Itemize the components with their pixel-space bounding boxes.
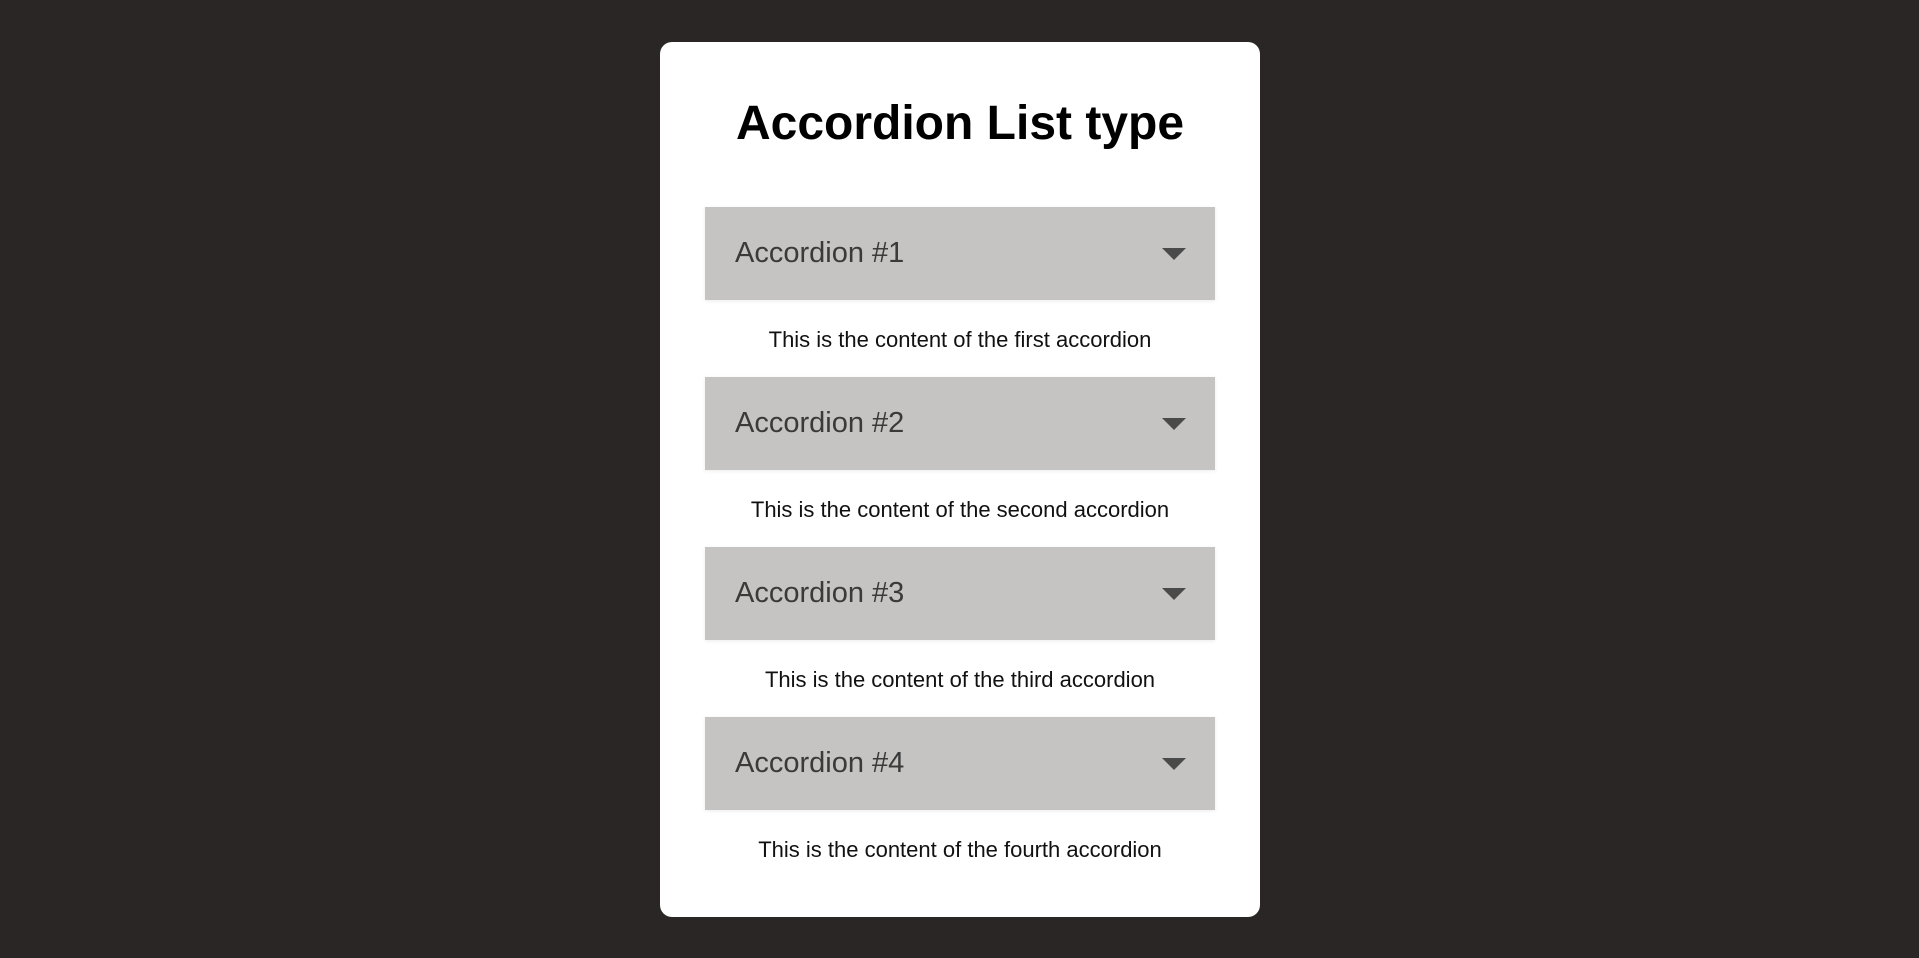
accordion-content-4: This is the content of the fourth accord…: [758, 837, 1162, 862]
caret-down-icon: [1162, 418, 1186, 430]
caret-down-icon: [1162, 758, 1186, 770]
accordion-header-3[interactable]: Accordion #3: [705, 547, 1215, 640]
caret-down-icon: [1162, 588, 1186, 600]
accordion-label: Accordion #4: [735, 747, 905, 779]
accordion-header-4[interactable]: Accordion #4: [705, 717, 1215, 810]
accordion-card: Accordion List type Accordion #1 This is…: [660, 42, 1260, 917]
accordion-content-2: This is the content of the second accord…: [750, 497, 1170, 522]
accordion-content-1: This is the content of the first accordi…: [768, 327, 1152, 352]
accordion-content-3: This is the content of the third accordi…: [764, 667, 1156, 692]
page-title: Accordion List type: [735, 97, 1185, 150]
accordion-label: Accordion #3: [735, 577, 905, 609]
accordion-header-1[interactable]: Accordion #1: [705, 207, 1215, 300]
caret-down-icon: [1162, 248, 1186, 260]
accordion-label: Accordion #2: [735, 407, 905, 439]
accordion-label: Accordion #1: [735, 237, 905, 269]
accordion-header-2[interactable]: Accordion #2: [705, 377, 1215, 470]
